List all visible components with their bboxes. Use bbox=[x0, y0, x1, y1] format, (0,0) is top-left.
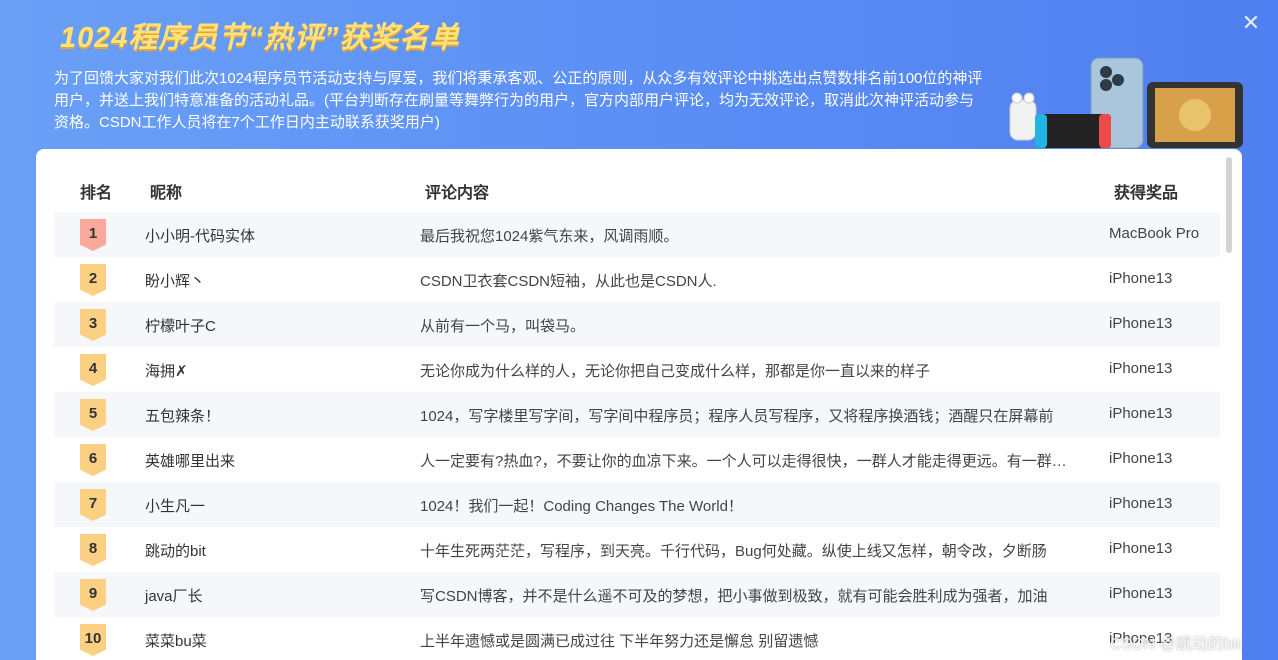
table-row: 10 菜菜bu菜 上半年遗憾或是圆满已成过往 下半年努力还是懈怠 别留遗憾 iP… bbox=[54, 617, 1220, 660]
comment-text: 1024，写字楼里写字间，写字间中程序员；程序人员写程序，又将程序换酒钱；酒醒只… bbox=[420, 408, 1054, 425]
nickname: 盼小辉丶 bbox=[145, 273, 206, 290]
nickname: 跳动的bit bbox=[145, 543, 206, 560]
prize: iPhone13 bbox=[1109, 450, 1173, 467]
comment-text: 无论你成为什么样的人，无论你把自己变成什么样，那都是你一直以来的样子 bbox=[420, 363, 931, 380]
comment-text: 1024！我们一起！Coding Changes The World！ bbox=[420, 498, 743, 515]
comment-text: 写CSDN博客，并不是什么遥不可及的梦想，把小事做到极致，就有可能会胜利成为强者… bbox=[420, 588, 1048, 605]
rank-badge: 2 bbox=[80, 264, 106, 296]
header-rank: 排名 bbox=[80, 185, 113, 202]
comment-text: CSDN卫衣套CSDN短袖，从此也是CSDN人. bbox=[420, 273, 717, 290]
header-comment: 评论内容 bbox=[425, 185, 490, 202]
header-prize: 获得奖品 bbox=[1114, 185, 1179, 202]
page-title: 1024程序员节“热评”获奖名单 bbox=[60, 22, 460, 54]
nickname: 柠檬叶子C bbox=[145, 318, 216, 335]
rank-badge: 3 bbox=[80, 309, 106, 341]
close-icon[interactable]: ✕ bbox=[1240, 12, 1262, 34]
table-row: 4 海拥✗ 无论你成为什么样的人，无论你把自己变成什么样，那都是你一直以来的样子… bbox=[54, 347, 1220, 392]
rank-badge: 1 bbox=[80, 219, 106, 251]
prize: iPhone13 bbox=[1109, 315, 1173, 332]
rank-badge: 8 bbox=[80, 534, 106, 566]
winners-card: 排名 昵称 评论内容 获得奖品 1 小小明-代码实体 最后我祝您1024紫气东来… bbox=[36, 149, 1242, 660]
rank-badge: 4 bbox=[80, 354, 106, 386]
watermark: CSDN @跳动的bit bbox=[1110, 636, 1241, 653]
prize: iPhone13 bbox=[1109, 270, 1173, 287]
rank-badge: 9 bbox=[80, 579, 106, 611]
rank-badge: 7 bbox=[80, 489, 106, 521]
winners-table[interactable]: 1 小小明-代码实体 最后我祝您1024紫气东来，风调雨顺。 MacBook P… bbox=[54, 212, 1220, 660]
prize: iPhone13 bbox=[1109, 360, 1173, 377]
nickname: java厂长 bbox=[145, 588, 203, 605]
table-row: 7 小生凡一 1024！我们一起！Coding Changes The Worl… bbox=[54, 482, 1220, 527]
rank-badge: 6 bbox=[80, 444, 106, 476]
nickname: 菜菜bu菜 bbox=[145, 633, 207, 650]
nickname: 小生凡一 bbox=[145, 498, 206, 515]
prize: iPhone13 bbox=[1109, 495, 1173, 512]
table-row: 6 英雄哪里出来 人一定要有?热血?，不要让你的血凉下来。一个人可以走得很快，一… bbox=[54, 437, 1220, 482]
table-row: 8 跳动的bit 十年生死两茫茫，写程序，到天亮。千行代码，Bug何处藏。纵使上… bbox=[54, 527, 1220, 572]
comment-text: 十年生死两茫茫，写程序，到天亮。千行代码，Bug何处藏。纵使上线又怎样，朝令改，… bbox=[420, 543, 1047, 560]
table-row: 5 五包辣条！ 1024，写字楼里写字间，写字间中程序员；程序人员写程序，又将程… bbox=[54, 392, 1220, 437]
table-row: 3 柠檬叶子C 从前有一个马，叫袋马。 iPhone13 bbox=[54, 302, 1220, 347]
comment-text: 最后我祝您1024紫气东来，风调雨顺。 bbox=[420, 228, 679, 245]
comment-text: 从前有一个马，叫袋马。 bbox=[420, 318, 586, 335]
prize-devices-image bbox=[1009, 57, 1243, 149]
nickname: 小小明-代码实体 bbox=[145, 228, 255, 245]
nickname: 海拥✗ bbox=[145, 363, 188, 380]
prize: iPhone13 bbox=[1109, 585, 1173, 602]
scrollbar[interactable] bbox=[1226, 157, 1232, 253]
header-nickname: 昵称 bbox=[150, 185, 183, 202]
table-row: 1 小小明-代码实体 最后我祝您1024紫气东来，风调雨顺。 MacBook P… bbox=[54, 212, 1220, 257]
intro-text: 为了回馈大家对我们此次1024程序员节活动支持与厚爱，我们将秉承客观、公正的原则… bbox=[54, 70, 983, 131]
prize: MacBook Pro bbox=[1109, 225, 1200, 242]
table-row: 2 盼小辉丶 CSDN卫衣套CSDN短袖，从此也是CSDN人. iPhone13 bbox=[54, 257, 1220, 302]
nickname: 五包辣条！ bbox=[145, 408, 221, 425]
rank-badge: 10 bbox=[80, 624, 106, 656]
prize: iPhone13 bbox=[1109, 540, 1173, 557]
table-header: 排名 昵称 评论内容 获得奖品 bbox=[36, 169, 1242, 209]
prize: iPhone13 bbox=[1109, 405, 1173, 422]
rank-badge: 5 bbox=[80, 399, 106, 431]
comment-text: 人一定要有?热血?，不要让你的血凉下来。一个人可以走得很快，一群人才能走得更远。… bbox=[420, 453, 1070, 470]
comment-text: 上半年遗憾或是圆满已成过往 下半年努力还是懈怠 别留遗憾 bbox=[420, 633, 819, 650]
table-row: 9 java厂长 写CSDN博客，并不是什么遥不可及的梦想，把小事做到极致，就有… bbox=[54, 572, 1220, 617]
nickname: 英雄哪里出来 bbox=[145, 453, 236, 470]
